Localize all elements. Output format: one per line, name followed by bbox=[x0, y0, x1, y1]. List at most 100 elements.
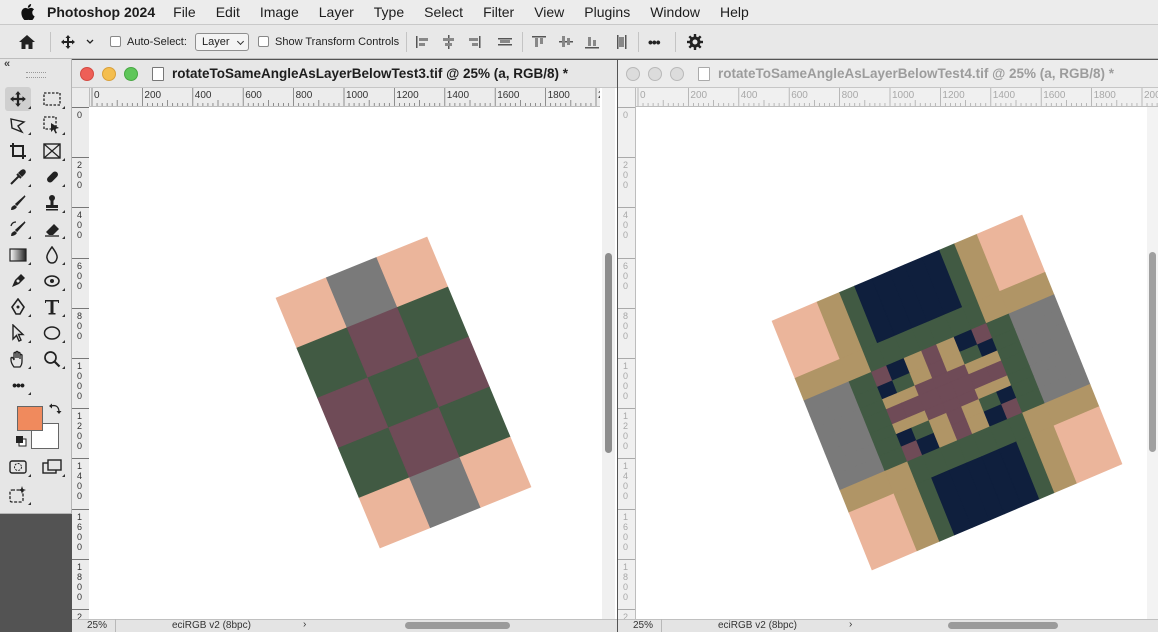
minimize-window-button[interactable] bbox=[102, 66, 116, 81]
menu-file[interactable]: File bbox=[173, 4, 196, 20]
status-bar: 25% eciRGB v2 (8bpc) › bbox=[618, 619, 1158, 632]
status-menu-arrow-icon[interactable]: › bbox=[303, 619, 306, 630]
minimize-window-button[interactable] bbox=[648, 66, 662, 81]
align-horizontal-center-icon[interactable] bbox=[441, 25, 457, 58]
hand-tool[interactable] bbox=[5, 347, 31, 371]
more-options-button[interactable]: ••• bbox=[648, 25, 661, 58]
menu-window[interactable]: Window bbox=[650, 4, 700, 20]
vertical-scrollbar[interactable] bbox=[1147, 107, 1158, 619]
ellipse-tool[interactable] bbox=[39, 321, 65, 345]
default-colors-icon[interactable] bbox=[15, 435, 27, 450]
auto-select-checkbox[interactable]: Auto-Select: bbox=[110, 25, 187, 58]
home-icon[interactable] bbox=[18, 25, 36, 58]
menu-view[interactable]: View bbox=[534, 4, 564, 20]
magnifier-icon bbox=[44, 351, 61, 368]
clone-stamp-tool[interactable] bbox=[39, 191, 65, 215]
ruler-label: 800 bbox=[623, 310, 629, 341]
horizontal-ruler[interactable]: 0 200 400 600 800 1000 1200 1400 1600 1800 20 bbox=[89, 88, 600, 107]
gear-icon[interactable] bbox=[686, 25, 704, 58]
auto-select-check[interactable] bbox=[110, 36, 121, 47]
more-tools-ellipsis-icon[interactable]: ••• bbox=[5, 373, 31, 397]
vertical-ruler[interactable]: 0 200 400 600 800 1000 1200 1400 1600 1800 2 bbox=[618, 88, 636, 619]
lasso-tool[interactable] bbox=[5, 113, 31, 137]
path-selection-tool[interactable] bbox=[5, 321, 31, 345]
marquee-tool[interactable] bbox=[39, 87, 65, 111]
apple-icon[interactable] bbox=[20, 4, 36, 20]
zoom-window-button[interactable] bbox=[670, 66, 684, 81]
vertical-ruler[interactable]: 0 200 400 600 800 1000 1200 1400 1600 1800 2 bbox=[72, 88, 90, 619]
pen-tool[interactable] bbox=[5, 295, 31, 319]
zoom-window-button[interactable] bbox=[124, 66, 138, 81]
show-transform-controls-checkbox[interactable]: Show Transform Controls bbox=[258, 25, 399, 58]
horizontal-ruler[interactable]: 0 200 400 600 800 1000 1200 1400 1600 1800 2000 bbox=[635, 88, 1158, 107]
panel-grip[interactable] bbox=[26, 72, 46, 78]
screen-mode[interactable] bbox=[39, 455, 65, 479]
ruler-label: 1800 bbox=[547, 90, 570, 101]
ruler-label: 1200 bbox=[623, 411, 629, 452]
align-vertical-center-icon[interactable] bbox=[558, 25, 574, 58]
canvas-area[interactable] bbox=[89, 107, 600, 619]
menu-image[interactable]: Image bbox=[260, 4, 299, 20]
horizontal-scroll-thumb[interactable] bbox=[948, 622, 1058, 629]
frame-tool[interactable] bbox=[39, 139, 65, 163]
crop-tool[interactable] bbox=[5, 139, 31, 163]
history-brush-tool[interactable] bbox=[5, 217, 31, 241]
auto-select-dropdown[interactable]: Layer bbox=[195, 25, 249, 58]
type-tool[interactable] bbox=[39, 295, 65, 319]
align-left-icon[interactable] bbox=[415, 25, 431, 58]
move-tool[interactable] bbox=[5, 87, 31, 111]
menu-edit[interactable]: Edit bbox=[216, 4, 240, 20]
zoom-level[interactable]: 25% bbox=[633, 620, 653, 631]
close-window-button[interactable] bbox=[626, 66, 640, 81]
ruler-tick bbox=[72, 408, 89, 410]
move-tool-preset-button[interactable] bbox=[60, 25, 94, 58]
app-name[interactable]: Photoshop 2024 bbox=[47, 4, 155, 20]
artwork-checkerboard bbox=[275, 236, 532, 549]
document-tab-2[interactable]: rotateToSameAngleAsLayerBelowTest4.tif @… bbox=[618, 60, 1158, 88]
document-window-1[interactable]: rotateToSameAngleAsLayerBelowTest3.tif @… bbox=[72, 60, 617, 632]
object-selection-tool[interactable] bbox=[39, 113, 65, 137]
zoom-level[interactable]: 25% bbox=[87, 620, 107, 631]
brush-tool[interactable] bbox=[5, 191, 31, 215]
ruler-label: 200 bbox=[144, 90, 162, 101]
color-profile[interactable]: eciRGB v2 (8bpc) bbox=[172, 620, 251, 631]
menu-filter[interactable]: Filter bbox=[483, 4, 514, 20]
horizontal-scroll-thumb[interactable] bbox=[405, 622, 510, 629]
healing-brush-tool[interactable] bbox=[39, 165, 65, 189]
color-profile[interactable]: eciRGB v2 (8bpc) bbox=[718, 620, 797, 631]
ruler-tick bbox=[72, 558, 89, 560]
generative-tool[interactable] bbox=[5, 483, 31, 507]
foreground-color-swatch[interactable] bbox=[17, 406, 43, 431]
document-tab-1[interactable]: rotateToSameAngleAsLayerBelowTest3.tif @… bbox=[72, 60, 617, 88]
eyedropper-tool[interactable] bbox=[5, 165, 31, 189]
menu-layer[interactable]: Layer bbox=[319, 4, 354, 20]
align-bottom-icon[interactable] bbox=[584, 25, 600, 58]
menu-help[interactable]: Help bbox=[720, 4, 749, 20]
show-transform-check[interactable] bbox=[258, 36, 269, 47]
distribute-vertical-icon[interactable] bbox=[614, 25, 630, 58]
swap-colors-icon[interactable] bbox=[48, 402, 62, 419]
menu-select[interactable]: Select bbox=[424, 4, 463, 20]
document-window-2[interactable]: rotateToSameAngleAsLayerBelowTest4.tif @… bbox=[618, 60, 1158, 632]
sponge-tool[interactable] bbox=[39, 269, 65, 293]
gradient-tool[interactable] bbox=[5, 243, 31, 267]
vertical-scroll-thumb[interactable] bbox=[605, 253, 612, 453]
close-window-button[interactable] bbox=[80, 66, 94, 81]
eraser-tool[interactable] bbox=[39, 217, 65, 241]
ruler-label: 800 bbox=[295, 90, 313, 101]
align-right-icon[interactable] bbox=[466, 25, 482, 58]
dodge-tool[interactable] bbox=[5, 269, 31, 293]
collapse-panel-button[interactable]: « bbox=[4, 58, 10, 70]
quick-mask-mode[interactable] bbox=[5, 455, 31, 479]
canvas-area[interactable] bbox=[636, 107, 1147, 619]
status-menu-arrow-icon[interactable]: › bbox=[849, 619, 852, 630]
menu-plugins[interactable]: Plugins bbox=[584, 4, 630, 20]
zoom-tool[interactable] bbox=[39, 347, 65, 371]
align-top-icon[interactable] bbox=[531, 25, 547, 58]
distribute-icon[interactable] bbox=[497, 25, 513, 58]
menu-type[interactable]: Type bbox=[374, 4, 404, 20]
vertical-scroll-thumb[interactable] bbox=[1149, 252, 1156, 452]
ruler-tick bbox=[618, 508, 635, 510]
blur-tool[interactable] bbox=[39, 243, 65, 267]
vertical-scrollbar[interactable] bbox=[602, 88, 615, 619]
